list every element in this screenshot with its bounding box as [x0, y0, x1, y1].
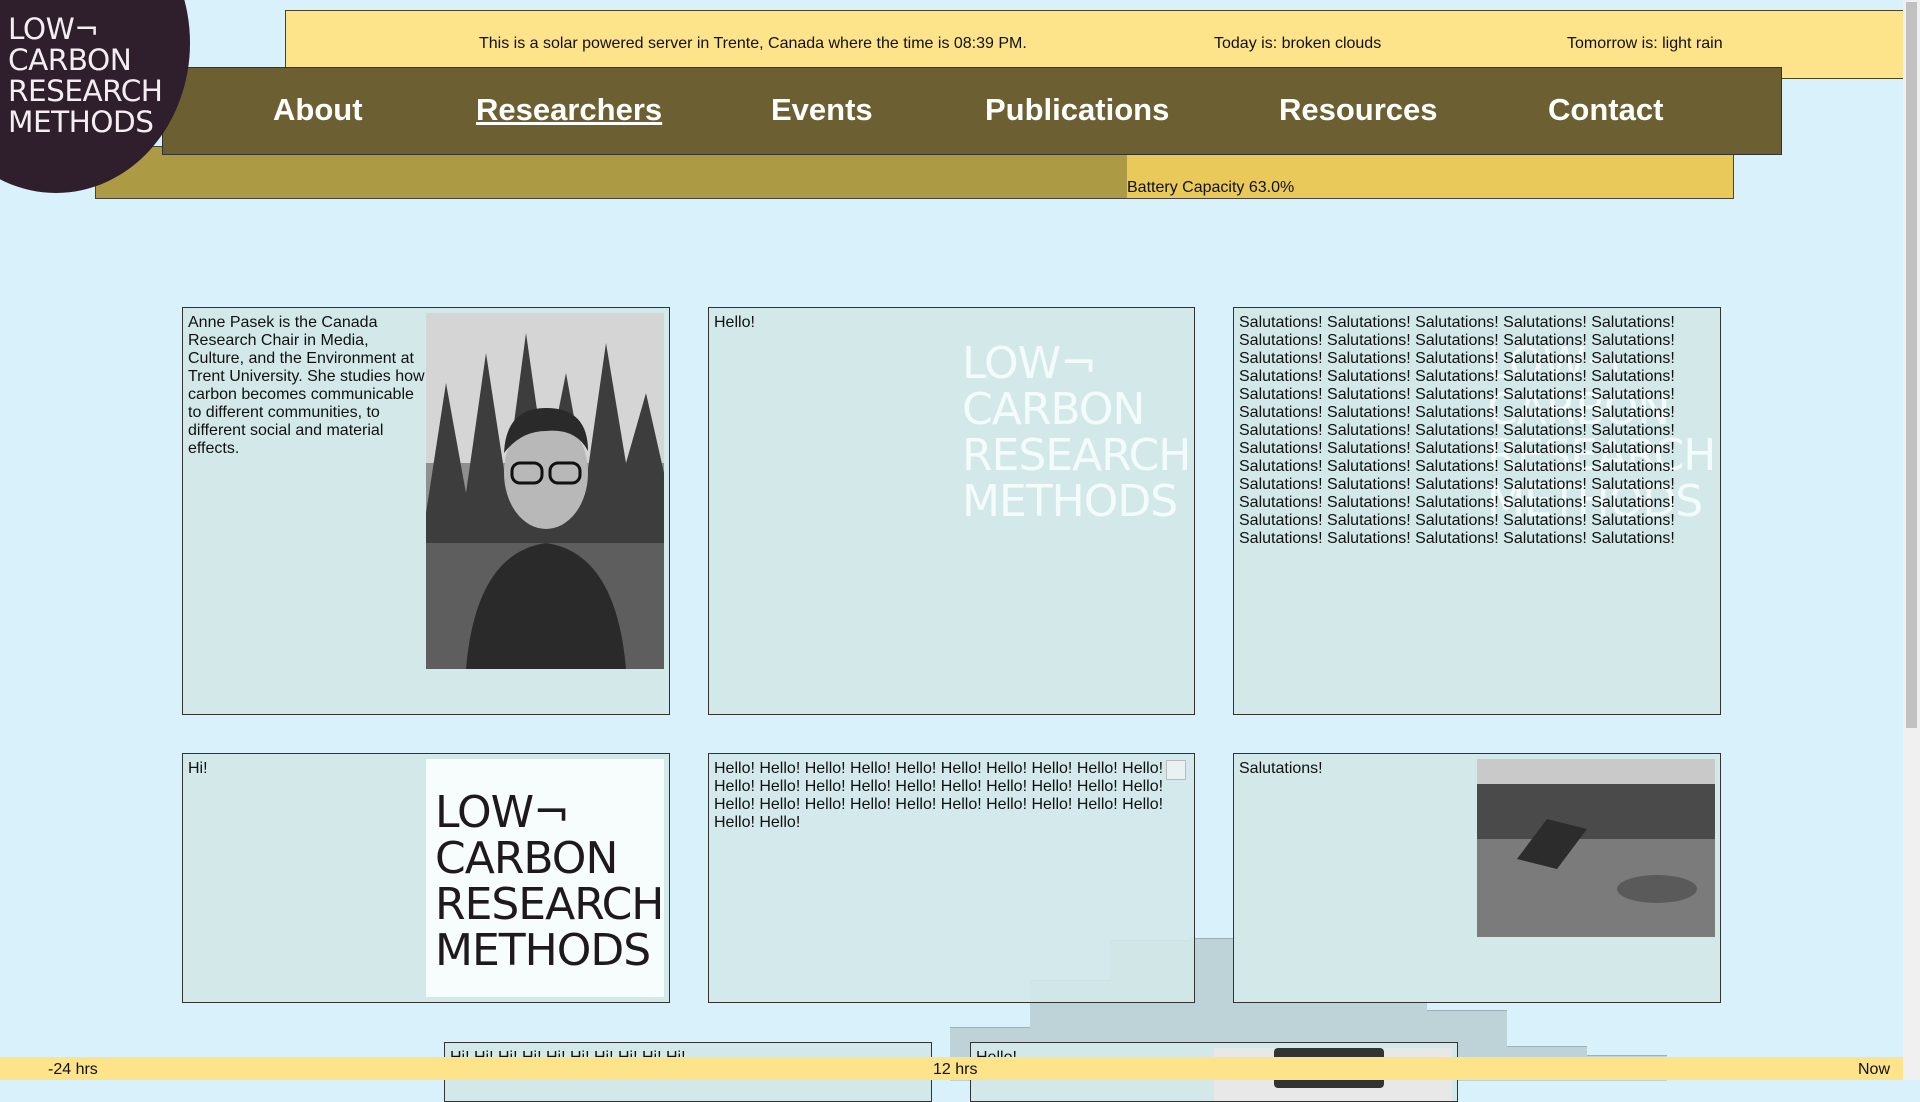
- card-text: Hello! Hello! Hello! Hello! Hello! Hello…: [714, 760, 1164, 831]
- salutations-photo-card[interactable]: Salutations!: [1233, 753, 1721, 1003]
- weather-today: Today is: broken clouds: [1214, 35, 1382, 52]
- card-text: Hello!: [714, 314, 755, 331]
- logo-line: RESEARCH: [435, 879, 664, 930]
- nav-about[interactable]: About: [273, 92, 363, 128]
- logo-line: METHODS: [962, 476, 1178, 527]
- logo-line: LOW¬: [435, 787, 570, 838]
- logo-line: RESEARCH: [962, 430, 1191, 481]
- nav-publications[interactable]: Publications: [985, 92, 1169, 128]
- logo-line: CARBON: [962, 384, 1145, 435]
- timeline-start: -24 hrs: [48, 1061, 98, 1078]
- hi-card[interactable]: Hi! LOW¬ CARBON RESEARCH METHODS: [182, 753, 670, 1003]
- hello-many-card[interactable]: Hello! Hello! Hello! Hello! Hello! Hello…: [708, 753, 1195, 1003]
- weather-tomorrow: Tomorrow is: light rain: [1567, 35, 1723, 52]
- nav-contact[interactable]: Contact: [1548, 92, 1663, 128]
- battery-timeline: -24 hrs 12 hrs Now: [0, 1057, 1920, 1080]
- logo-line: METHODS: [435, 925, 651, 976]
- broken-image-icon: [1166, 760, 1186, 780]
- card-text: Hi!: [188, 760, 208, 777]
- researcher-bio: Anne Pasek is the Canada Research Chair …: [188, 314, 425, 457]
- logo-line: LOW¬: [8, 12, 99, 46]
- solar-panel-photo: [1477, 759, 1715, 937]
- researcher-card[interactable]: Anne Pasek is the Canada Research Chair …: [182, 307, 670, 715]
- logo-line: METHODS: [8, 105, 154, 139]
- card-text: Salutations!: [1239, 760, 1323, 777]
- scrollbar-thumb[interactable]: [1906, 2, 1917, 728]
- card-text: Salutations! Salutations! Salutations! S…: [1239, 314, 1675, 547]
- timeline-middle: 12 hrs: [933, 1061, 978, 1078]
- nav-researchers[interactable]: Researchers: [476, 92, 662, 128]
- hello-card[interactable]: Hello! LOW¬ CARBON RESEARCH METHODS: [708, 307, 1195, 715]
- logo-watermark: LOW¬ CARBON RESEARCH METHODS: [962, 338, 1191, 527]
- vertical-scrollbar[interactable]: [1903, 0, 1920, 1080]
- researcher-photo: [426, 313, 664, 669]
- main-nav: About Researchers Events Publications Re…: [162, 67, 1782, 155]
- battery-label: Battery Capacity 63.0%: [1127, 179, 1295, 196]
- salutations-card[interactable]: LOW¬ CARBON RESEARCH METHODS Salutations…: [1233, 307, 1721, 715]
- nav-events[interactable]: Events: [771, 92, 873, 128]
- logo-line: RESEARCH: [8, 74, 163, 108]
- timeline-end: Now: [1858, 1061, 1891, 1078]
- logo-image: LOW¬ CARBON RESEARCH METHODS: [426, 759, 664, 997]
- logo-line: LOW¬: [962, 338, 1097, 389]
- nav-resources[interactable]: Resources: [1279, 92, 1438, 128]
- server-info-text: This is a solar powered server in Trente…: [479, 35, 1027, 52]
- site-logo[interactable]: LOW¬ CARBON RESEARCH METHODS: [8, 14, 163, 138]
- logo-line: CARBON: [8, 43, 132, 77]
- logo-line: CARBON: [435, 833, 618, 884]
